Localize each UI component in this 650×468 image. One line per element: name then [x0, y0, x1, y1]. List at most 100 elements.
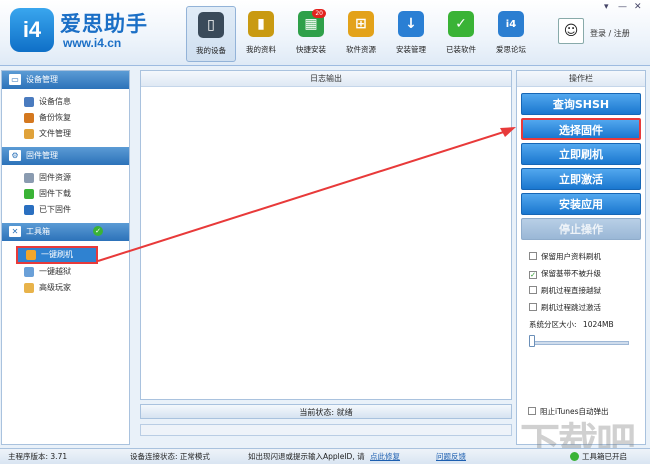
- flash-now-button[interactable]: 立即刷机: [521, 143, 641, 165]
- feedback-link[interactable]: 问题反馈: [436, 449, 466, 464]
- partition-size-value: 1024MB: [582, 320, 614, 329]
- sidebar-item-label: 设备信息: [39, 97, 71, 106]
- nav-label: 我的设备: [196, 46, 226, 55]
- option-label: 刷机过程直接越狱: [541, 286, 601, 295]
- nav-label: 软件资源: [346, 45, 376, 54]
- folder-icon: [24, 129, 34, 139]
- nav-my-device[interactable]: ▯ 我的设备: [186, 6, 236, 62]
- nav-label: 安装管理: [396, 45, 426, 54]
- check-icon: ✓: [448, 11, 474, 37]
- monitor-icon: ▭: [9, 74, 21, 85]
- option-skip-activation[interactable]: 刷机过程跳过激活: [529, 303, 601, 313]
- checkbox[interactable]: [529, 252, 537, 260]
- sidebar-item-advanced-player[interactable]: 高级玩家: [24, 280, 129, 296]
- sidebar-item-downloaded-firmware[interactable]: 已下固件: [24, 202, 129, 218]
- sidebar-item-label: 文件管理: [39, 129, 71, 138]
- nav-label: 我的资料: [246, 45, 276, 54]
- tools-icon: ✕: [9, 226, 21, 237]
- nav-quick-install[interactable]: ▦ 20 快捷安装: [286, 6, 336, 62]
- sidebar-item-label: 固件下载: [39, 189, 71, 198]
- nav-software-resources[interactable]: ⊞ 软件资源: [336, 6, 386, 62]
- option-label: 保留基带不被升级: [541, 269, 601, 278]
- nav-label: 爱思论坛: [496, 45, 526, 54]
- progress-bar: [140, 424, 512, 436]
- sidebar-item-label: 一键越狱: [39, 267, 71, 276]
- program-version: 主程序版本: 3.71: [8, 452, 68, 461]
- sidebar-item-backup-restore[interactable]: 备份恢复: [24, 110, 129, 126]
- nav-install-manager[interactable]: ↓ 安装管理: [386, 6, 436, 62]
- lightning-icon: [26, 250, 36, 260]
- option-keep-user-data[interactable]: 保留用户资料刷机: [529, 252, 601, 262]
- device-info-icon: [24, 97, 34, 107]
- app-window: i4 爱思助手 www.i4.cn ▯ 我的设备 ▮ 我的资料 ▦ 20 快捷安…: [0, 0, 650, 466]
- section-toolbox[interactable]: ✕ 工具箱 ✓: [2, 223, 129, 241]
- query-shsh-button[interactable]: 查询SHSH: [521, 93, 641, 115]
- download-icon: ↓: [398, 11, 424, 37]
- hint-text: 如出现闪退或提示输入AppleID, 请: [248, 452, 365, 461]
- section-title: 固件管理: [26, 151, 58, 160]
- operation-panel: 操作栏 查询SHSH 选择固件 立即刷机 立即激活 安装应用 停止操作 保留用户…: [516, 70, 646, 445]
- activate-now-button[interactable]: 立即激活: [521, 168, 641, 190]
- check-icon: ✓: [93, 226, 103, 236]
- sidebar-item-label: 高级玩家: [39, 283, 71, 292]
- checkbox[interactable]: [529, 286, 537, 294]
- folder-icon: [24, 283, 34, 293]
- sidebar-item-label: 备份恢复: [39, 113, 71, 122]
- select-firmware-button[interactable]: 选择固件: [521, 118, 641, 140]
- sidebar-item-firmware-download[interactable]: 固件下载: [24, 186, 129, 202]
- brand-url: www.i4.cn: [63, 36, 122, 50]
- install-app-button[interactable]: 安装应用: [521, 193, 641, 215]
- avatar[interactable]: ☺: [558, 18, 584, 44]
- nav-forum[interactable]: i4 爱思论坛: [486, 6, 536, 62]
- ios-icon: [24, 205, 34, 215]
- sidebar: ▭ 设备管理 设备信息 备份恢复 文件管理 ⚙ 固件管理 固件资源 固件下载 已…: [1, 70, 130, 445]
- operation-panel-title: 操作栏: [517, 71, 645, 87]
- nav-label: 已装软件: [446, 45, 476, 54]
- nav-installed-apps[interactable]: ✓ 已装软件: [436, 6, 486, 62]
- checkbox-checked[interactable]: ✓: [529, 271, 537, 279]
- sidebar-item-label: 固件资源: [39, 173, 71, 182]
- i4-logo-icon: i4: [10, 8, 54, 52]
- download-icon: [24, 189, 34, 199]
- log-output-title: 日志输出: [141, 71, 511, 87]
- sidebar-item-firmware-resources[interactable]: 固件资源: [24, 170, 129, 186]
- partition-size-label: 系统分区大小:: [529, 320, 577, 329]
- toolbox-on-icon: [570, 452, 579, 461]
- brand-name: 爱思助手: [60, 13, 148, 36]
- sidebar-item-one-click-jailbreak[interactable]: 一键越狱: [24, 264, 129, 280]
- sidebar-item-label: 已下固件: [39, 205, 71, 214]
- option-keep-baseband[interactable]: ✓ 保留基带不被升级: [529, 269, 601, 279]
- chart-icon: ▮: [248, 11, 274, 37]
- login-register-link[interactable]: 登录 / 注册: [590, 28, 630, 39]
- stop-operation-button[interactable]: 停止操作: [521, 218, 641, 240]
- section-title: 工具箱: [26, 227, 50, 236]
- sidebar-item-file-manager[interactable]: 文件管理: [24, 126, 129, 142]
- nav-my-data[interactable]: ▮ 我的资料: [236, 6, 286, 62]
- option-jailbreak-during-flash[interactable]: 刷机过程直接越狱: [529, 286, 601, 296]
- sidebar-item-device-info[interactable]: 设备信息: [24, 94, 129, 110]
- current-status: 当前状态: 就绪: [140, 404, 512, 419]
- checkbox[interactable]: [529, 303, 537, 311]
- section-firmware-management[interactable]: ⚙ 固件管理: [2, 147, 129, 165]
- sidebar-item-label: 一键刷机: [41, 250, 73, 259]
- sidebar-item-one-click-flash[interactable]: 一键刷机: [16, 246, 98, 264]
- close-icon[interactable]: ✕: [634, 2, 642, 12]
- section-device-management[interactable]: ▭ 设备管理: [2, 71, 129, 89]
- nav-label: 快捷安装: [296, 45, 326, 54]
- toolbox-status: 工具箱已开启: [582, 452, 627, 461]
- section-title: 设备管理: [26, 75, 58, 84]
- fix-link[interactable]: 点此修复: [370, 449, 400, 464]
- phone-icon: ▯: [198, 12, 224, 38]
- partition-size-row: 系统分区大小: 1024MB: [529, 320, 614, 330]
- log-output-panel[interactable]: 日志输出: [140, 70, 512, 400]
- menu-icon[interactable]: ▾: [604, 2, 609, 12]
- grid-icon: ⊞: [348, 11, 374, 37]
- backup-icon: [24, 113, 34, 123]
- status-footer: 主程序版本: 3.71 设备连接状态: 正常模式 如出现闪退或提示输入Apple…: [0, 448, 650, 464]
- option-label: 刷机过程跳过激活: [541, 303, 601, 312]
- i4-forum-icon: i4: [498, 11, 524, 37]
- partition-size-slider[interactable]: [529, 341, 629, 345]
- update-count-badge: 20: [312, 9, 326, 18]
- slider-handle[interactable]: [529, 335, 535, 347]
- minimize-icon[interactable]: —: [618, 2, 627, 12]
